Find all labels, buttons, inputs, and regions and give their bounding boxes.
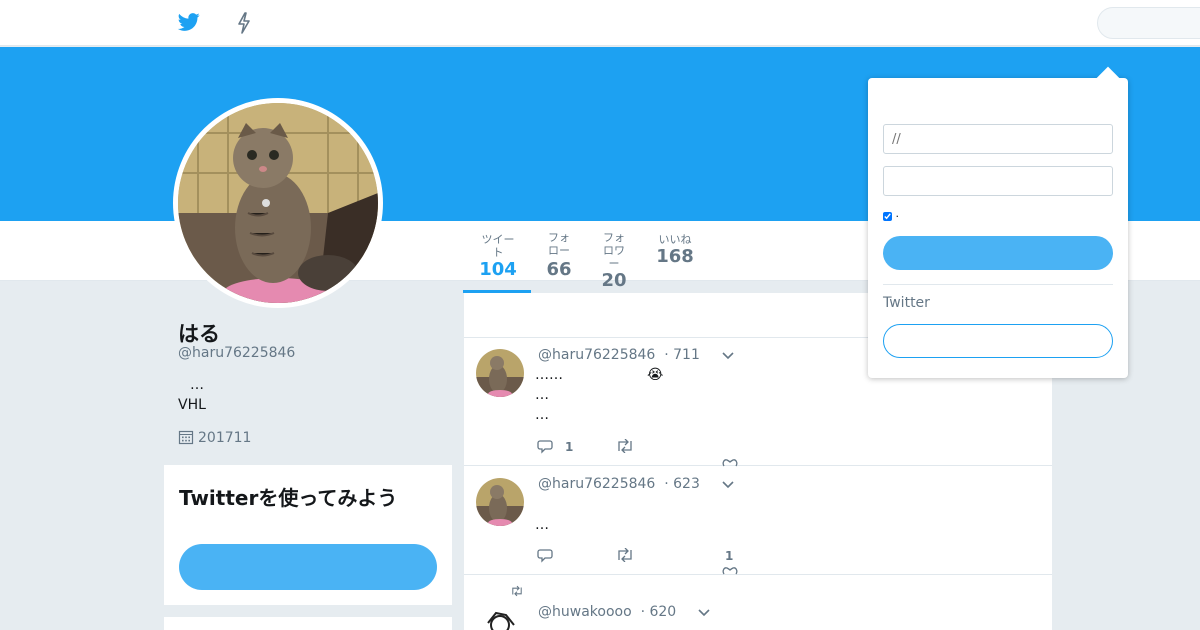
reply-icon[interactable] [537, 547, 553, 563]
stat-label: いいね [658, 233, 692, 246]
tweet-date[interactable]: · 623 [664, 476, 700, 492]
stat-tweets[interactable]: ツイート 104 [478, 233, 518, 281]
manga-avatar [476, 607, 524, 630]
remember-me[interactable]: · [883, 210, 899, 223]
profile-bio-line: VHL [178, 397, 206, 413]
tweet-line: … [535, 517, 549, 533]
lightning-icon[interactable] [236, 12, 252, 34]
calendar-icon [178, 430, 194, 445]
tweet-avatar[interactable] [476, 607, 524, 630]
crying-emoji: 😭 [647, 367, 664, 383]
tweet-date[interactable]: · 620 [641, 604, 677, 620]
like-icon[interactable] [722, 567, 738, 575]
tweet-date[interactable]: · 711 [664, 347, 700, 363]
cat-photo [476, 478, 524, 526]
tweet-header: @haru76225846 · 711 [538, 347, 700, 363]
top-navigation [0, 0, 1200, 46]
stat-label: フォロー [548, 231, 570, 257]
secondary-card [164, 617, 452, 630]
retweet-icon[interactable] [615, 548, 635, 562]
signup-card-button[interactable] [179, 544, 437, 590]
username-field[interactable] [883, 124, 1113, 154]
profile-name: はる [178, 322, 220, 346]
stat-value: 168 [656, 246, 694, 267]
reply-icon[interactable] [537, 438, 553, 454]
stat-value: 20 [601, 270, 627, 291]
signup-card: Twitterを使ってみよう [164, 465, 452, 605]
new-to-twitter-label: Twitter [883, 295, 930, 311]
chevron-down-icon[interactable] [697, 608, 711, 618]
stat-value: 66 [546, 259, 572, 280]
avatar[interactable] [173, 98, 383, 308]
cat-photo [178, 103, 378, 303]
remember-me-checkbox[interactable] [883, 212, 892, 221]
stat-likes[interactable]: いいね 168 [656, 233, 694, 268]
tweet-header: @huwakoooo · 620 [538, 604, 676, 620]
tweet[interactable]: @huwakoooo · 620 [464, 575, 1052, 630]
tweet-handle[interactable]: @haru76225846 [538, 347, 655, 363]
profile-bio-line: … [190, 377, 204, 393]
retweeted-icon [512, 585, 522, 597]
signup-button[interactable] [883, 324, 1113, 358]
join-date: 201711 [178, 429, 251, 446]
stat-followers[interactable]: フォロワー 20 [601, 231, 627, 292]
remember-me-label: · [895, 210, 900, 223]
stat-value: 104 [479, 259, 517, 280]
twitter-bird-icon[interactable] [178, 11, 200, 33]
chevron-down-icon[interactable] [721, 351, 735, 361]
password-field[interactable] [883, 166, 1113, 196]
cat-photo [476, 349, 524, 397]
signup-card-title: Twitterを使ってみよう [179, 486, 398, 510]
tweet-handle[interactable]: @huwakoooo [538, 604, 632, 620]
like-count: 1 [725, 549, 734, 563]
tweet-handle[interactable]: @haru76225846 [538, 476, 655, 492]
stat-label: ツイート [481, 233, 515, 259]
tweet-line: … [535, 387, 549, 403]
tweet-avatar[interactable] [476, 349, 524, 397]
tweet-line: … [535, 407, 549, 423]
tweet-text: … [535, 495, 549, 535]
tweet-line: …… [535, 367, 563, 383]
search-input[interactable] [1097, 7, 1200, 39]
stat-following[interactable]: フォロー 66 [546, 231, 572, 281]
retweet-icon[interactable] [615, 439, 635, 453]
tweet-text: …… 😭 … … [535, 365, 663, 425]
join-date-text: 201711 [198, 430, 252, 446]
divider [883, 284, 1113, 285]
profile-handle[interactable]: @haru76225846 [178, 345, 295, 361]
stat-label: フォロワー [603, 231, 625, 270]
login-button[interactable] [883, 236, 1113, 270]
tweet-header: @haru76225846 · 623 [538, 476, 700, 492]
tweet-line [535, 495, 549, 515]
reply-count: 1 [565, 440, 574, 454]
tweet-avatar[interactable] [476, 478, 524, 526]
login-dropdown: · Twitter [868, 66, 1128, 378]
chevron-down-icon[interactable] [721, 480, 735, 490]
tweet[interactable]: @haru76225846 · 623 … 1 [464, 466, 1052, 575]
